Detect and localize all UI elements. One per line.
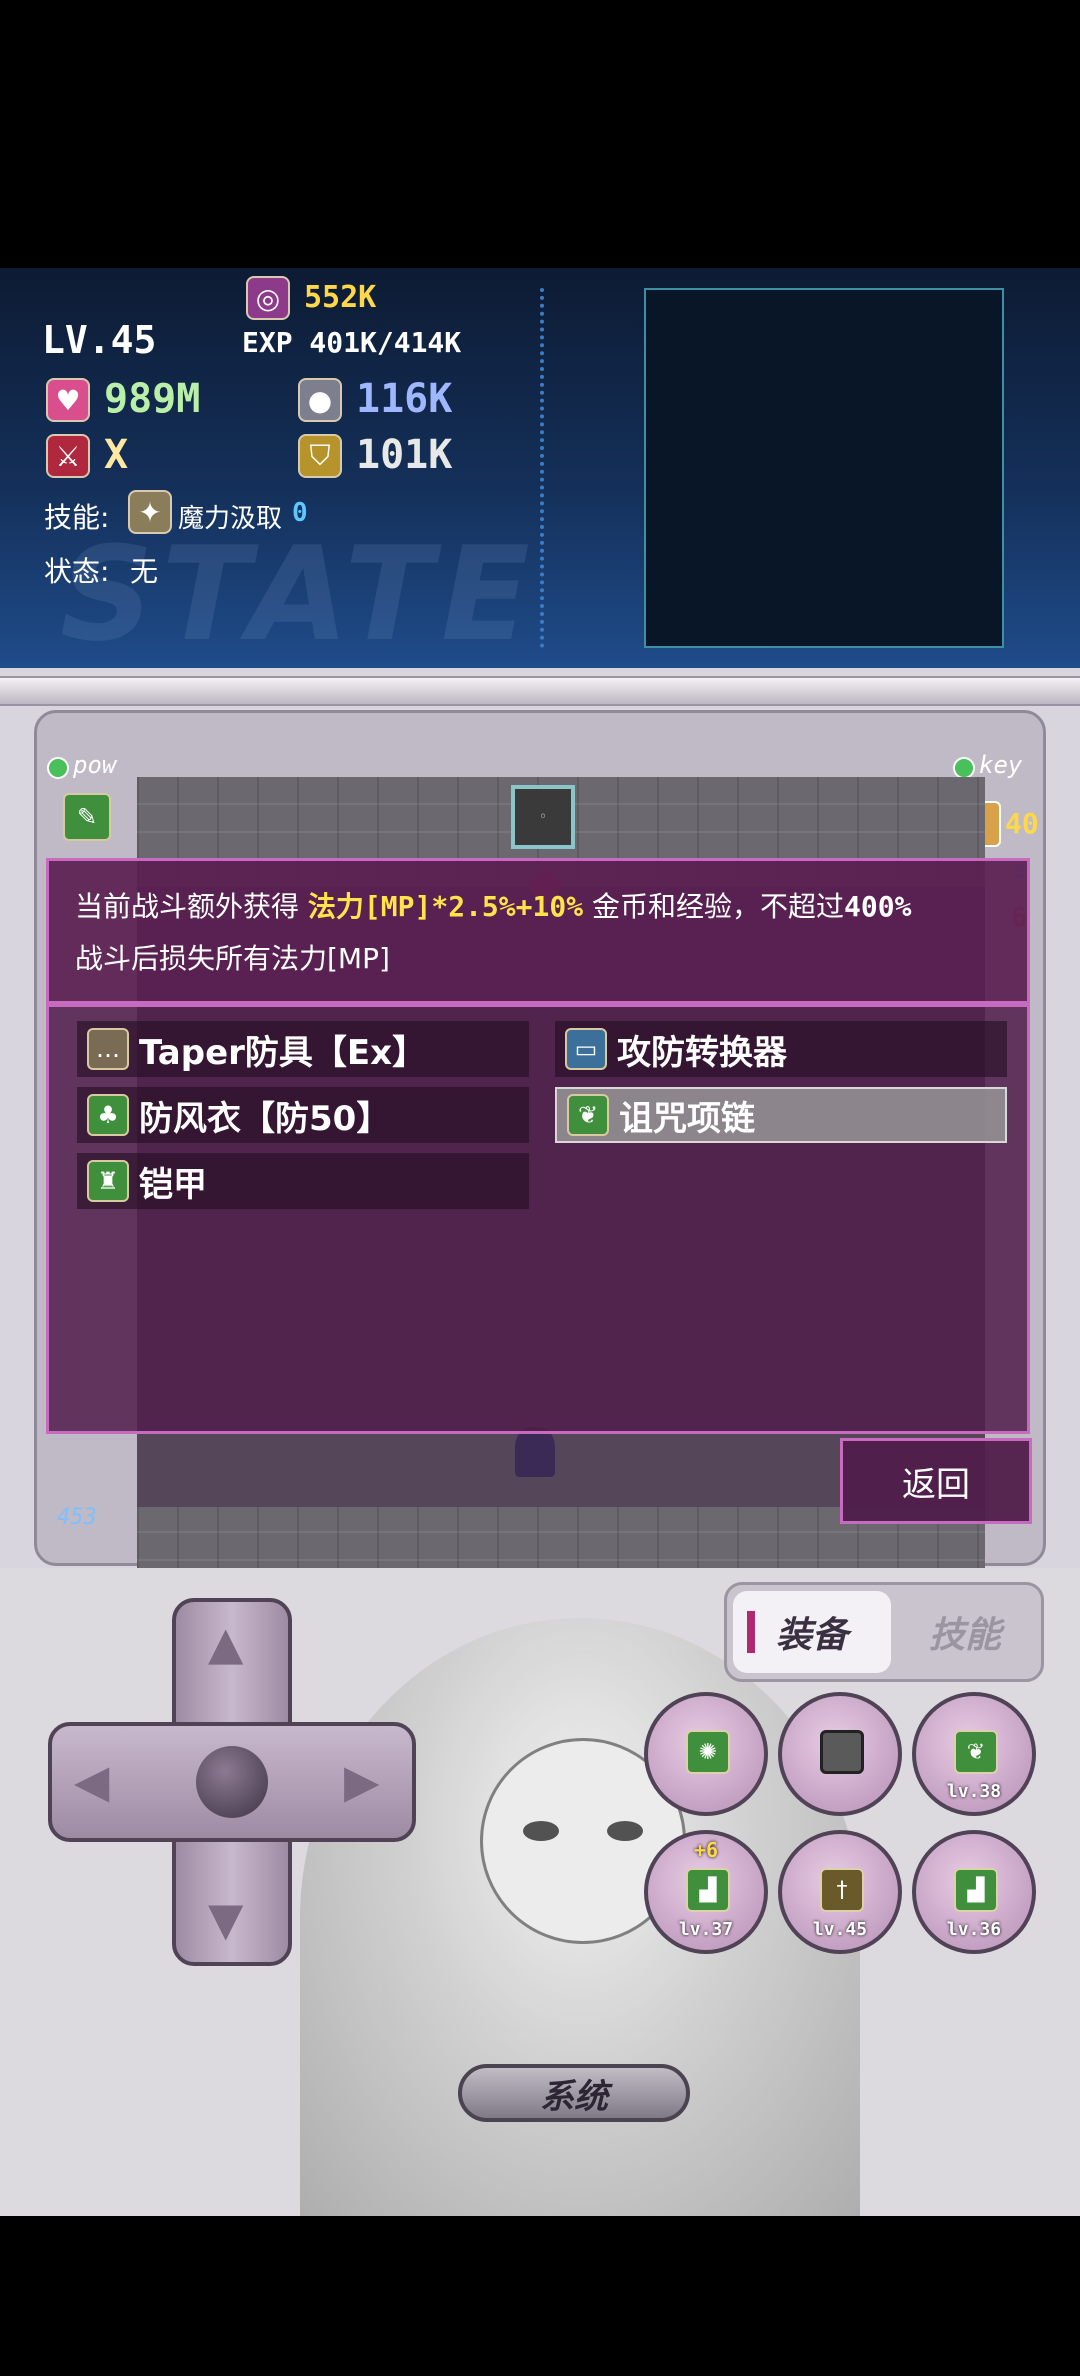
desc-line2: 战斗后损失所有法力[MP]: [75, 942, 390, 975]
attack-icon: ⚔: [46, 434, 90, 478]
character-eye: [607, 1821, 643, 1841]
panel-divider: [540, 288, 548, 648]
dpad-left-button[interactable]: ◀: [74, 1758, 109, 1804]
dpad[interactable]: ▲ ▼ ◀ ▶: [48, 1598, 416, 1966]
amulet-icon: ✺: [686, 1730, 730, 1774]
slot-level: lv.38: [946, 1781, 1002, 1802]
equip-slot-sword[interactable]: † lv.45: [778, 1830, 902, 1954]
skill-count: 0: [292, 498, 308, 528]
heart-icon: ♥: [46, 378, 90, 422]
atk-value: X: [104, 432, 129, 478]
tab-skills[interactable]: 技能: [895, 1591, 1035, 1673]
frame-rail: [0, 676, 1080, 706]
dpad-down-button[interactable]: ▼: [208, 1896, 243, 1942]
equip-item-armor[interactable]: ♜ 铠甲: [77, 1153, 529, 1209]
hp-value: 989M: [104, 376, 201, 422]
state-label: 状态:: [44, 555, 110, 588]
tab-equipment[interactable]: 装备: [733, 1591, 891, 1673]
pow-label: pow: [73, 751, 117, 779]
desc-prefix: 当前战斗额外获得: [75, 890, 300, 923]
yellow-key-count: 40: [1005, 807, 1039, 840]
equip-slot-boots-2[interactable]: ▟ lv.36: [912, 1830, 1036, 1954]
equip-slot-boots-1[interactable]: +6 ▟ lv.37: [644, 1830, 768, 1954]
state-watermark: STATE: [60, 518, 538, 670]
state-value: 无: [130, 555, 159, 588]
equip-item-converter[interactable]: ▭ 攻防转换器: [555, 1021, 1007, 1077]
equip-item-label: 铠甲: [139, 1164, 207, 1205]
skill-name: 魔力汲取: [178, 504, 283, 534]
def-value: 101K: [356, 432, 453, 478]
desc-suffix: 金币和经验，不超过: [591, 890, 844, 923]
equip-item-label: 防风衣【防50】: [139, 1098, 391, 1139]
dpad-up-button[interactable]: ▲: [208, 1620, 243, 1666]
slot-level: lv.36: [946, 1919, 1002, 1940]
desc-limit: 400%: [844, 890, 912, 923]
monitor-icon: ▭: [565, 1028, 607, 1070]
dpad-right-button[interactable]: ▶: [344, 1758, 379, 1804]
boots-icon: ▟: [954, 1868, 998, 1912]
top-black-bar: [0, 0, 1080, 268]
slot-level: lv.45: [812, 1919, 868, 1940]
system-button[interactable]: 系统: [458, 2064, 690, 2122]
slot-plus: +6: [693, 1838, 719, 1862]
tab-bar: 装备 技能: [724, 1582, 1044, 1682]
status-panel: STATE ◎ 552K LV.45 EXP 401K/414K ♥ 989M …: [0, 268, 1080, 670]
equip-item-taper-armor[interactable]: … Taper防具【Ex】: [77, 1021, 529, 1077]
dpad-center: [196, 1746, 268, 1818]
boots-icon: ▟: [686, 1868, 730, 1912]
speech-bubble-icon: …: [87, 1028, 129, 1070]
minimap: [644, 288, 1004, 648]
bottom-black-bar: [0, 2216, 1080, 2376]
desc-highlight: 法力[MP]*2.5%+10%: [307, 890, 584, 923]
level-text: LV.45: [42, 318, 157, 362]
sword-icon: †: [820, 1868, 864, 1912]
shield-icon: ⛉: [298, 434, 342, 478]
orb-icon: ●: [298, 378, 342, 422]
pow-indicator: [47, 757, 69, 779]
slot-level: lv.37: [678, 1919, 734, 1940]
key-label: key: [979, 751, 1023, 779]
equip-slot-necklace[interactable]: ❦ lv.38: [912, 1692, 1036, 1816]
skill-label: 技能:: [44, 501, 110, 534]
gold-icon: ◎: [246, 276, 290, 320]
player-sprite: [515, 1427, 555, 1477]
equip-item-label: Taper防具【Ex】: [139, 1032, 427, 1073]
book-icon[interactable]: ✎: [63, 793, 111, 841]
equip-slot-empty[interactable]: [778, 1692, 902, 1816]
back-button[interactable]: 返回: [840, 1438, 1032, 1524]
item-description-box: 当前战斗额外获得 法力[MP]*2.5%+10% 金币和经验，不超过400% 战…: [46, 858, 1030, 1004]
equipment-list: … Taper防具【Ex】 ▭ 攻防转换器 ♣ 防风衣【防50】 ❦ 诅咒项链 …: [46, 1004, 1030, 1434]
equip-item-cursed-necklace[interactable]: ❦ 诅咒项链: [555, 1087, 1007, 1143]
necklace-icon: ❦: [954, 1730, 998, 1774]
gold-value: 552K: [304, 280, 377, 315]
equip-item-windbreaker[interactable]: ♣ 防风衣【防50】: [77, 1087, 529, 1143]
pow-value: 453: [57, 1505, 97, 1530]
controller-area: ▲ ▼ ◀ ▶ 装备 技能 ✺ ❦ lv.38 +6 ▟ lv.37 † lv.…: [0, 1568, 1080, 2216]
armor-icon: ♜: [87, 1160, 129, 1202]
empty-slot-icon: [820, 1730, 864, 1774]
equip-item-label: 诅咒项链: [619, 1098, 755, 1139]
equip-item-label: 攻防转换器: [617, 1032, 787, 1073]
stairs-tile: ◦: [511, 785, 575, 849]
exp-text: EXP 401K/414K: [242, 326, 462, 359]
mp-value: 116K: [356, 376, 453, 422]
necklace-icon: ❦: [567, 1094, 609, 1136]
equip-slot-amulet[interactable]: ✺: [644, 1692, 768, 1816]
skill-icon[interactable]: ✦: [128, 490, 172, 534]
shirt-icon: ♣: [87, 1094, 129, 1136]
character-eye: [523, 1821, 559, 1841]
key-indicator: [953, 757, 975, 779]
